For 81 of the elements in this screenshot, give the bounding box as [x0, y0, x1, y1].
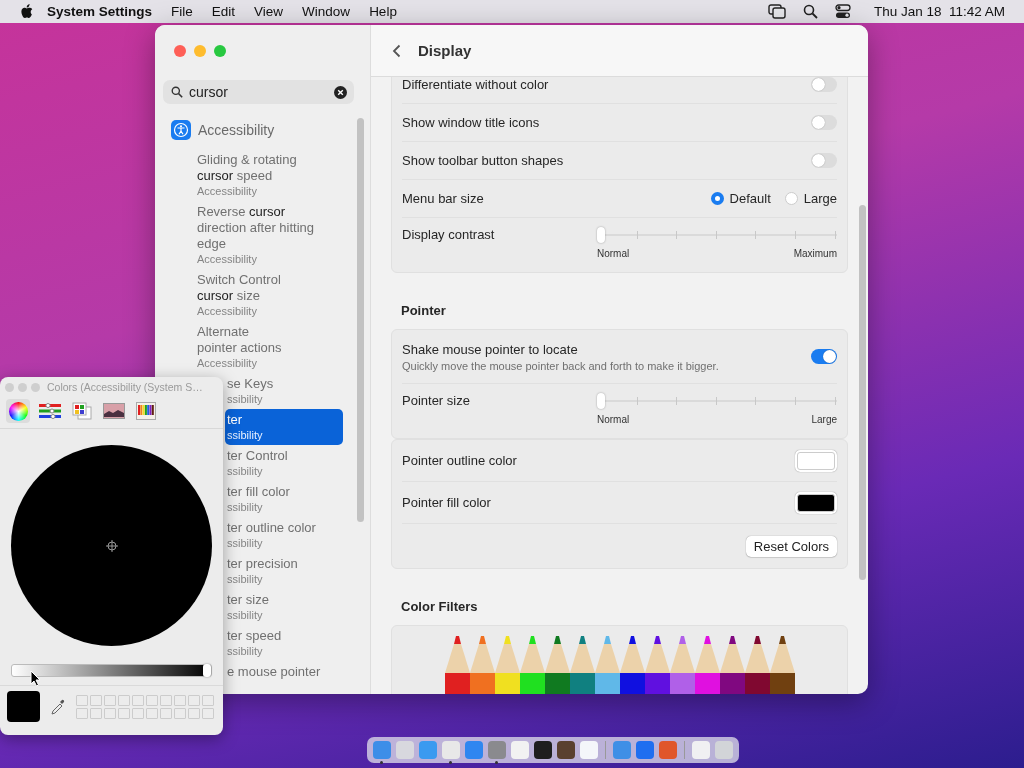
search-result[interactable]: ter precision ssibility: [225, 553, 343, 589]
slider-track[interactable]: [597, 227, 837, 245]
accessibility-icon: [171, 120, 191, 140]
app-menu[interactable]: System Settings: [47, 4, 153, 19]
eyedropper-icon[interactable]: [50, 697, 66, 716]
search-result[interactable]: ter size ssibility: [225, 589, 343, 625]
color-mode-tab[interactable]: [70, 399, 94, 423]
app-icon[interactable]: [373, 740, 391, 765]
close-button[interactable]: [174, 45, 186, 57]
search-icon[interactable]: [802, 4, 818, 19]
page-title: Display: [418, 42, 472, 59]
radio-option[interactable]: Large: [784, 191, 837, 206]
slider-thumb[interactable]: [597, 393, 605, 409]
menu-item[interactable]: View: [254, 4, 284, 19]
search-result[interactable]: Alternate pointer actions Accessibility: [190, 321, 343, 373]
panel-title: Colors (Accessibility (System S…: [47, 381, 203, 393]
reset-colors-button[interactable]: Reset Colors: [745, 535, 837, 557]
setting-label: Pointer size: [402, 393, 470, 408]
menu-item[interactable]: Window: [302, 4, 351, 19]
menu-item[interactable]: File: [171, 4, 193, 19]
search-icon: [171, 86, 183, 98]
slider-max-label: Maximum: [793, 248, 837, 259]
scrollbar[interactable]: [859, 205, 866, 580]
color-mode-tab[interactable]: [134, 399, 158, 423]
setting-label: Show window title icons: [402, 115, 540, 130]
section-heading: Color Filters: [401, 599, 479, 614]
setting-label: Differentiate without color: [402, 77, 549, 92]
search-result[interactable]: Gliding & rotating cursor speed Accessibility: [190, 149, 343, 201]
apple-logo-icon[interactable]: [20, 4, 33, 19]
menu-item[interactable]: Edit: [211, 4, 236, 19]
category-label[interactable]: Accessibility: [198, 122, 275, 138]
radio-option[interactable]: Default: [710, 191, 771, 206]
toggle-switch[interactable]: [811, 349, 837, 364]
crayons-icon: [136, 402, 156, 420]
crosshair-icon: [105, 539, 118, 552]
setting-description: Quickly move the mouse pointer back and forth to make it bigger.: [402, 359, 719, 372]
search-input[interactable]: cursor: [189, 84, 328, 100]
toggle-switch[interactable]: [811, 115, 837, 130]
setting-label: Show toolbar button shapes: [402, 153, 564, 168]
search-field[interactable]: cursor: [163, 80, 354, 104]
app-icon[interactable]: [488, 740, 506, 765]
landscape-image-icon: [103, 403, 125, 419]
back-icon[interactable]: [392, 43, 401, 58]
search-result[interactable]: ter Control ssibility: [225, 445, 343, 481]
slider-min-label: Normal: [597, 414, 630, 425]
setting-label: Pointer outline color: [402, 453, 517, 468]
toggle-switch[interactable]: [811, 77, 837, 92]
search-result[interactable]: ter outline color ssibility: [225, 517, 343, 553]
section-heading: Pointer: [401, 303, 447, 318]
slider-thumb[interactable]: [597, 227, 605, 243]
control-center-icon[interactable]: [834, 4, 851, 19]
scrollbar[interactable]: [357, 118, 364, 522]
slider-min-label: Normal: [597, 248, 630, 259]
color-wheel-icon: [8, 401, 28, 421]
search-result[interactable]: ter ssibility: [225, 409, 343, 445]
brightness-slider[interactable]: [11, 664, 212, 677]
setting-label: Pointer fill color: [402, 495, 491, 510]
palette-icon: [72, 402, 92, 420]
slider-thumb[interactable]: [203, 664, 211, 677]
search-result[interactable]: e mouse pointer: [225, 661, 343, 683]
setting-label: Display contrast: [402, 227, 495, 242]
setting-label: Menu bar size: [402, 191, 484, 206]
swatch-grid[interactable]: [76, 694, 214, 719]
search-result[interactable]: Switch Control cursor size Accessibility: [190, 269, 343, 321]
toggle-switch[interactable]: [811, 153, 837, 168]
search-result[interactable]: se Keys ssibility: [225, 373, 343, 409]
color-swatch[interactable]: [7, 691, 40, 722]
setting-label: Shake mouse pointer to locate: [402, 341, 579, 357]
sliders-icon: [39, 403, 61, 419]
mouse-pointer-icon: [30, 670, 42, 687]
search-result[interactable]: ter speed ssibility: [225, 625, 343, 661]
menu-item[interactable]: Help: [369, 4, 397, 19]
slider-max-label: Large: [811, 414, 837, 425]
menu-bar-clock[interactable]: Thu Jan 18 11:42 AM: [873, 4, 1005, 19]
slider-track[interactable]: [597, 393, 837, 411]
app-icon[interactable]: [442, 740, 460, 765]
search-result[interactable]: ter fill color ssibility: [225, 481, 343, 517]
windows-icon[interactable]: [767, 4, 786, 19]
clear-icon[interactable]: [334, 85, 347, 99]
color-mode-tab[interactable]: [6, 399, 30, 423]
search-result[interactable]: Reverse cursor direction after hitting edge Accessibility: [190, 201, 343, 269]
